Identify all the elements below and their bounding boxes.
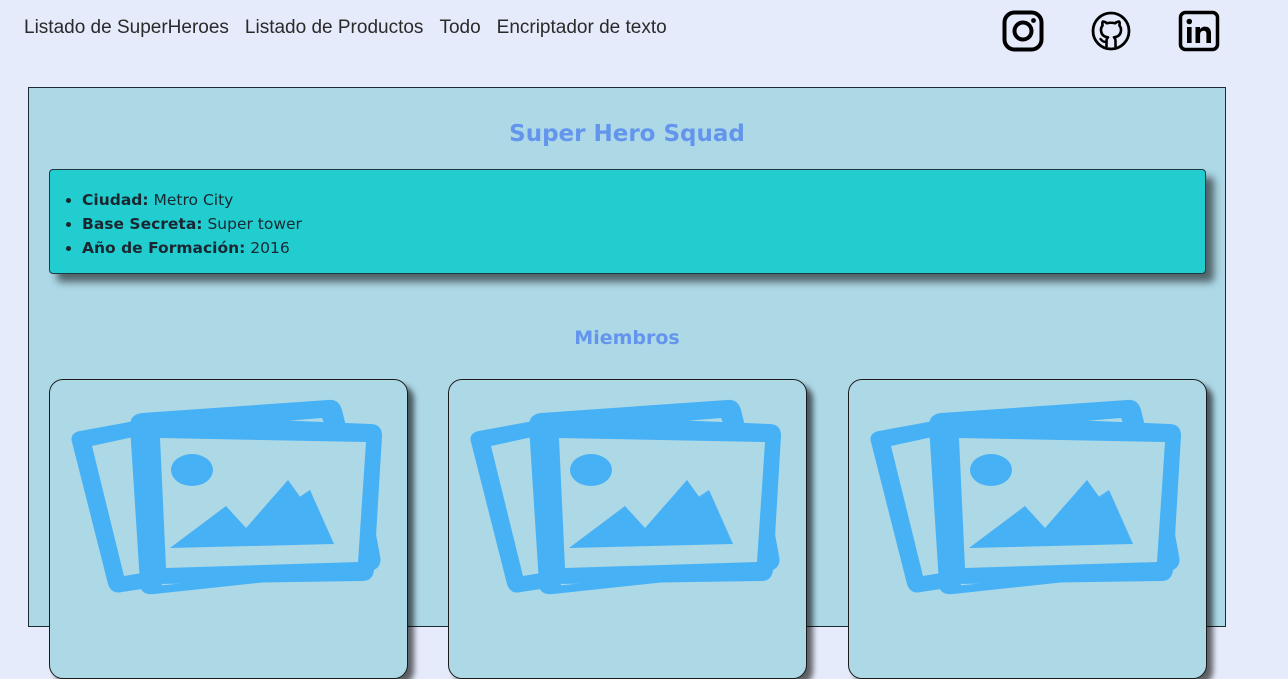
image-placeholder-icon [71,399,382,595]
member-card[interactable] [49,379,408,679]
nav-link-encriptador[interactable]: Encriptador de texto [497,17,667,39]
squad-info-box: Ciudad: Metro City Base Secreta: Super t… [49,169,1206,274]
members-title: Miembros [574,327,680,349]
squad-info-list: Ciudad: Metro City Base Secreta: Super t… [50,188,302,260]
info-value: 2016 [250,239,290,257]
info-value: Super tower [207,215,302,233]
squad-panel: Super Hero Squad Ciudad: Metro City Base… [28,87,1226,679]
info-item-ciudad: Ciudad: Metro City [82,188,302,212]
nav-link-superheroes[interactable]: Listado de SuperHeroes [24,17,229,39]
info-label: Ciudad: [82,191,149,209]
member-card[interactable] [848,379,1207,679]
image-placeholder-icon [870,399,1181,595]
instagram-icon[interactable] [1002,10,1044,52]
nav-link-todo[interactable]: Todo [439,17,480,39]
member-card[interactable] [448,379,807,679]
squad-title: Super Hero Squad [509,121,745,147]
linkedin-icon[interactable] [1178,10,1220,52]
info-item-base-secreta: Base Secreta: Super tower [82,212,302,236]
nav-link-productos[interactable]: Listado de Productos [245,17,424,39]
info-value: Metro City [153,191,234,209]
image-placeholder-icon [470,399,781,595]
github-icon[interactable] [1090,10,1132,52]
info-label: Año de Formación: [82,239,246,257]
info-item-ano-formacion: Año de Formación: 2016 [82,236,302,260]
info-label: Base Secreta: [82,215,203,233]
top-nav: Listado de SuperHeroes Listado de Produc… [24,17,667,39]
